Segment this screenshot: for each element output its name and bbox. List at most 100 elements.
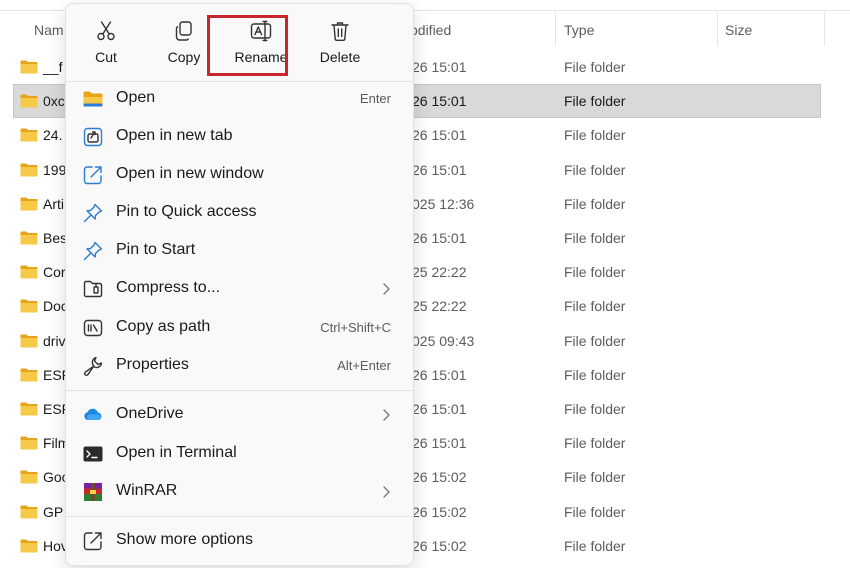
row-type: File folder	[564, 264, 626, 281]
row-name: GP	[43, 503, 64, 520]
chevron-right-icon	[379, 484, 393, 500]
trash-icon	[329, 20, 351, 42]
folder-icon	[20, 231, 38, 245]
row-date-modified: 25 22:22	[412, 298, 467, 315]
column-header-date-modified[interactable]: odified	[410, 12, 550, 46]
row-name: 24.	[43, 127, 63, 144]
menu-item-pin-quick-access-label: Pin to Quick access	[116, 203, 257, 220]
row-type: File folder	[564, 298, 626, 315]
folder-icon	[20, 436, 38, 450]
menu-item-onedrive-label: OneDrive	[116, 405, 184, 422]
menu-item-properties-label: Properties	[116, 356, 189, 373]
row-name: Bes	[43, 230, 68, 246]
chevron-right-icon	[379, 407, 393, 423]
terminal-icon	[82, 443, 104, 465]
menu-item-compress-label: Compress to...	[116, 279, 221, 296]
folder-icon	[20, 94, 38, 108]
menu-item-winrar[interactable]: WinRAR	[72, 473, 407, 511]
folder-icon	[20, 197, 38, 211]
folder-icon	[20, 470, 38, 484]
menu-item-open-new-window[interactable]: Open in new window	[72, 156, 407, 194]
row-name: Cor	[43, 264, 66, 281]
row-type: File folder	[564, 161, 626, 178]
row-type: File folder	[564, 401, 626, 417]
wrench-icon	[82, 355, 104, 377]
column-separator[interactable]	[717, 12, 718, 46]
row-name: Arti	[43, 195, 64, 212]
menu-item-pin-quick-access[interactable]: Pin to Quick access	[72, 194, 407, 232]
row-date-modified: 26 15:02	[412, 503, 467, 520]
menu-item-onedrive[interactable]: OneDrive	[72, 396, 407, 434]
column-separator[interactable]	[555, 12, 556, 46]
folder-icon	[20, 505, 38, 519]
row-date-modified: 26 15:01	[412, 230, 467, 246]
row-name: 199	[43, 161, 67, 178]
column-header-type-label: Type	[564, 22, 595, 38]
column-header-size[interactable]: Size	[725, 12, 825, 46]
new-tab-icon	[82, 126, 104, 148]
row-name: 0xc	[43, 93, 65, 110]
row-date-modified: 26 15:01	[412, 366, 467, 383]
column-header-size-label: Size	[725, 22, 753, 38]
folder-open-icon	[82, 88, 104, 110]
cut-button[interactable]: Cut	[68, 12, 144, 74]
menu-item-pin-start[interactable]: Pin to Start	[72, 232, 407, 270]
row-type: File folder	[564, 503, 626, 520]
column-separator[interactable]	[824, 12, 825, 46]
row-date-modified: 025 12:36	[412, 195, 475, 212]
folder-icon	[20, 299, 38, 313]
menu-item-open-label: Open	[116, 89, 156, 106]
show-more-icon	[82, 530, 104, 552]
menu-item-open[interactable]: Open Enter	[72, 80, 407, 118]
row-type: File folder	[564, 366, 626, 383]
menu-item-show-more-options-label: Show more options	[116, 531, 253, 548]
menu-item-copy-as-path[interactable]: Copy as path Ctrl+Shift+C	[72, 309, 407, 347]
menu-item-open-terminal[interactable]: Open in Terminal	[72, 435, 407, 473]
cut-label: Cut	[95, 49, 117, 65]
menu-item-properties[interactable]: Properties Alt+Enter	[72, 347, 407, 385]
row-type: File folder	[564, 469, 626, 486]
menu-item-winrar-label: WinRAR	[116, 482, 178, 499]
menu-item-properties-shortcut: Alt+Enter	[337, 358, 391, 373]
menu-item-show-more-options[interactable]: Show more options	[72, 522, 407, 560]
folder-icon	[20, 60, 38, 74]
menu-item-compress[interactable]: Compress to...	[72, 270, 407, 308]
folder-icon	[20, 368, 38, 382]
menu-item-open-terminal-label: Open in Terminal	[116, 444, 237, 461]
winrar-icon	[82, 481, 104, 503]
row-type: File folder	[564, 435, 626, 452]
row-date-modified: 25 22:22	[412, 264, 467, 281]
row-name: driv	[43, 332, 66, 349]
menu-item-copy-as-path-shortcut: Ctrl+Shift+C	[320, 320, 391, 335]
folder-icon	[20, 265, 38, 279]
copy-path-icon	[82, 317, 104, 339]
menu-item-open-shortcut: Enter	[359, 91, 391, 106]
folder-icon	[20, 539, 38, 553]
row-type: File folder	[564, 127, 626, 144]
folder-icon	[20, 163, 38, 177]
copy-highlight-box	[207, 15, 288, 76]
context-menu: Cut Copy Rename Delete Open Enter Open i…	[65, 3, 414, 566]
scissors-icon	[95, 20, 117, 42]
zip-icon	[82, 278, 104, 300]
row-date-modified: 26 15:02	[412, 537, 467, 554]
folder-icon	[20, 334, 38, 348]
menu-item-copy-as-path-label: Copy as path	[116, 318, 211, 335]
row-name: __f	[43, 59, 63, 75]
delete-button[interactable]: Delete	[302, 12, 378, 74]
row-date-modified: 26 15:01	[412, 161, 467, 178]
pin-icon	[82, 202, 104, 224]
row-type: File folder	[564, 59, 626, 75]
chevron-right-icon	[379, 281, 393, 297]
row-date-modified: 26 15:01	[412, 401, 467, 417]
row-type: File folder	[564, 537, 626, 554]
menu-item-open-new-tab[interactable]: Open in new tab	[72, 118, 407, 156]
pin-icon	[82, 240, 104, 262]
menu-divider	[66, 390, 413, 391]
column-header-type[interactable]: Type	[564, 12, 714, 46]
menu-item-pin-start-label: Pin to Start	[116, 241, 196, 258]
row-type: File folder	[564, 230, 626, 246]
delete-label: Delete	[319, 49, 361, 65]
row-type: File folder	[564, 195, 626, 212]
folder-icon	[20, 128, 38, 142]
